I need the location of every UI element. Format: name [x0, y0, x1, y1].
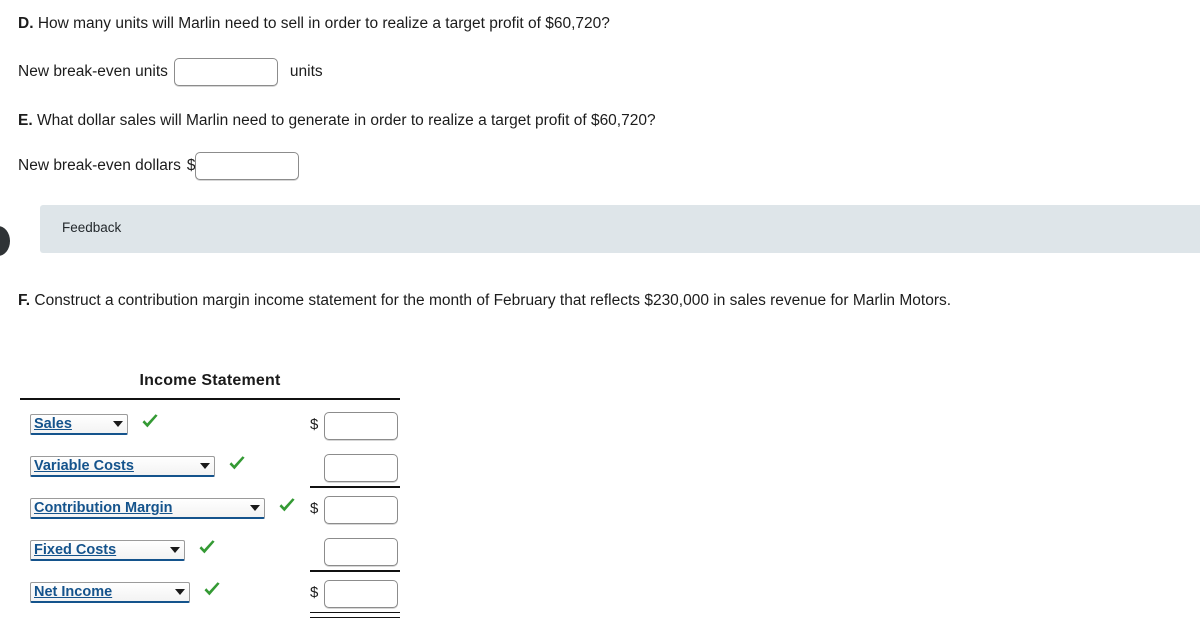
- subtotal-rule: [310, 486, 400, 488]
- amount-cell: $: [300, 494, 430, 536]
- dollar-sign: $: [310, 416, 319, 433]
- amount-input-4[interactable]: [324, 538, 398, 566]
- green-check-icon: [140, 412, 160, 434]
- collapsed-panel-handle[interactable]: [0, 226, 10, 256]
- question-d-text: How many units will Marlin need to sell …: [37, 15, 610, 32]
- feedback-panel[interactable]: Feedback: [40, 205, 1200, 253]
- total-double-rule: [310, 612, 400, 618]
- line-item-select-label: Net Income: [34, 584, 113, 600]
- chevron-down-icon: [250, 505, 260, 511]
- answer-label-d: New break-even units: [18, 63, 168, 80]
- line-item-select-1[interactable]: Sales: [30, 414, 128, 435]
- green-check-icon: [202, 580, 222, 602]
- new-break-even-units-input[interactable]: [173, 58, 278, 86]
- feedback-label: Feedback: [62, 220, 122, 235]
- statement-row: Contribution Margin $: [0, 494, 430, 536]
- chevron-down-icon: [200, 463, 210, 469]
- amount-cell: $: [300, 410, 430, 452]
- question-f-text: Construct a contribution margin income s…: [34, 292, 952, 309]
- subtotal-rule: [310, 570, 400, 572]
- dollar-sign-e: $: [186, 157, 196, 174]
- line-item-select-3[interactable]: Contribution Margin: [30, 498, 265, 519]
- chevron-down-icon: [170, 547, 180, 553]
- chevron-down-icon: [175, 589, 185, 595]
- question-e-prompt: E. What dollar sales will Marlin need to…: [18, 111, 656, 131]
- amount-input-1[interactable]: [324, 412, 398, 440]
- green-check-icon: [227, 454, 247, 476]
- chevron-down-icon: [113, 421, 123, 427]
- answer-units-suffix: units: [289, 63, 323, 80]
- line-item-select-2[interactable]: Variable Costs: [30, 456, 215, 477]
- green-check-icon: [197, 538, 217, 560]
- answer-label-e: New break-even dollars: [18, 157, 181, 174]
- dollar-sign: $: [310, 584, 319, 601]
- line-item-select-4[interactable]: Fixed Costs: [30, 540, 185, 561]
- question-d-prompt: D. How many units will Marlin need to se…: [18, 14, 610, 34]
- green-check-icon: [277, 496, 297, 518]
- line-item-select-label: Contribution Margin: [34, 500, 173, 516]
- new-break-even-dollars-input[interactable]: [195, 152, 300, 180]
- statement-top-rule: [20, 398, 400, 400]
- dollar-sign: $: [310, 500, 319, 517]
- line-item-select-label: Variable Costs: [34, 458, 134, 474]
- income-statement-title: Income Statement: [139, 372, 281, 389]
- statement-row: Sales $: [0, 410, 430, 452]
- line-item-select-label: Fixed Costs: [34, 542, 117, 558]
- question-e-letter: E.: [18, 112, 33, 129]
- line-item-select-5[interactable]: Net Income: [30, 582, 190, 603]
- question-f-prompt: F. Construct a contribution margin incom…: [18, 291, 951, 311]
- line-item-select-label: Sales: [34, 416, 72, 432]
- answer-row-e: New break-even dollars $: [18, 152, 300, 180]
- answer-row-d: New break-even units units: [18, 58, 323, 86]
- amount-input-2[interactable]: [324, 454, 398, 482]
- question-d-letter: D.: [18, 15, 34, 32]
- question-f-letter: F.: [18, 292, 31, 309]
- amount-input-5[interactable]: [324, 580, 398, 608]
- question-e-text: What dollar sales will Marlin need to ge…: [36, 112, 656, 129]
- amount-input-3[interactable]: [324, 496, 398, 524]
